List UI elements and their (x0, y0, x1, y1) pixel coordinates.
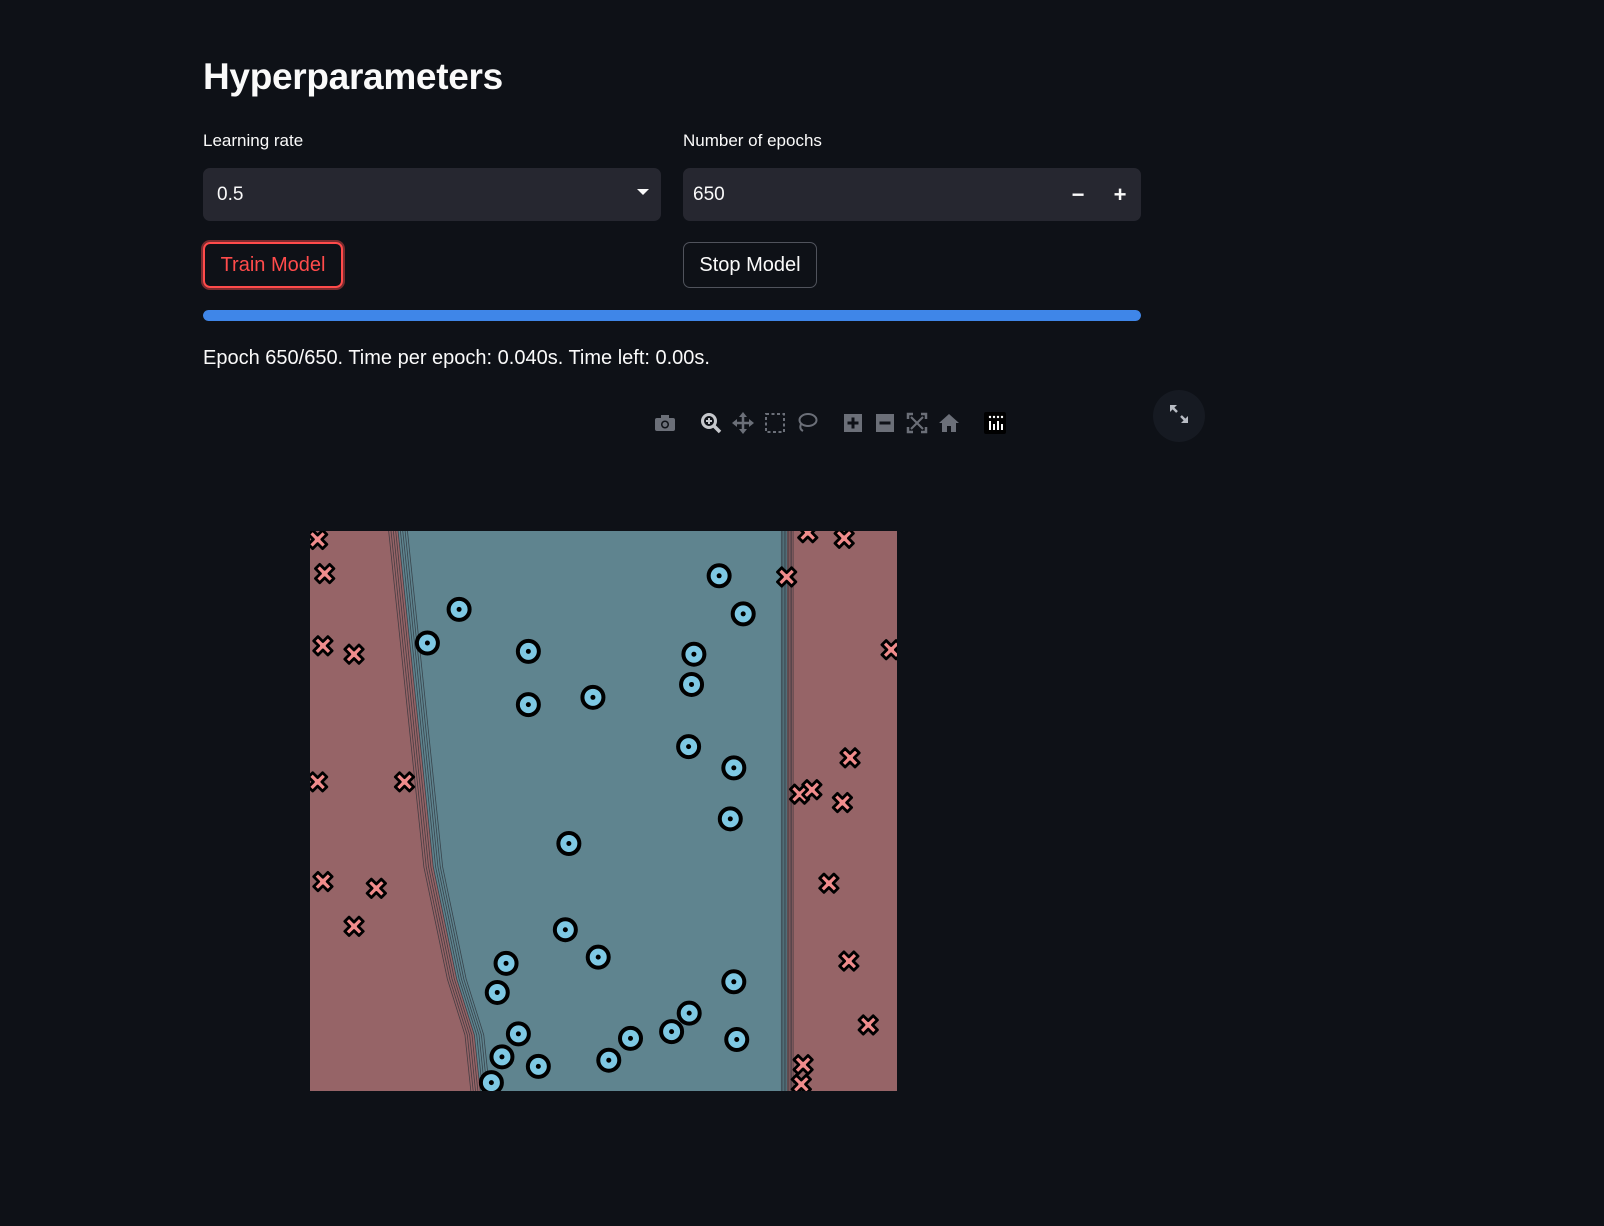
decision-boundary-chart[interactable] (0, 0, 1604, 1226)
plot-area (310, 531, 897, 1091)
app-root: Hyperparameters Learning rate 0.5 Number… (0, 0, 1604, 1226)
